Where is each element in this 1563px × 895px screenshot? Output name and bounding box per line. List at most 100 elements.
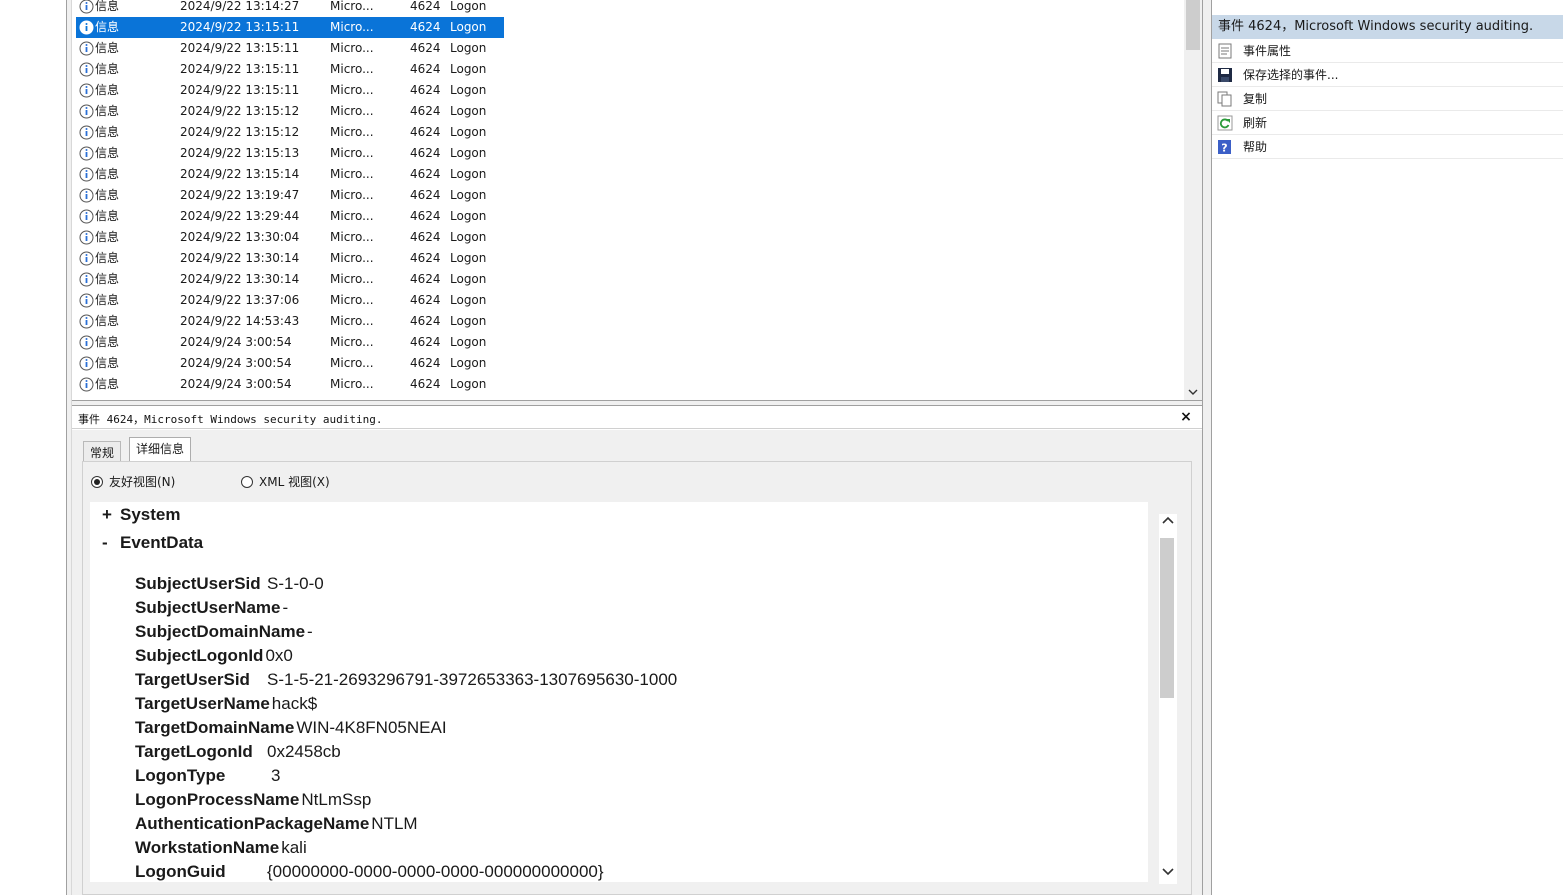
event-task-cell: Logon: [450, 251, 487, 265]
actions-section-header[interactable]: 事件 4624，Microsoft Windows security audit…: [1212, 15, 1563, 39]
event-date-cell: 2024/9/22 13:15:11: [180, 83, 300, 97]
event-id-cell: 4624: [410, 20, 441, 34]
event-data-scrollbar[interactable]: [1159, 514, 1177, 884]
tab-general[interactable]: 常规: [83, 441, 122, 461]
field-name: TargetUserName: [135, 694, 270, 713]
event-id-cell: 4624: [410, 188, 441, 202]
event-source-cell: Micro...: [330, 293, 374, 307]
event-level-cell: 信息: [95, 293, 120, 307]
event-date-cell: 2024/9/22 13:30:14: [180, 272, 300, 286]
event-id-cell: 4624: [410, 41, 441, 55]
field-value: 3: [271, 766, 281, 785]
expand-toggle[interactable]: +: [102, 504, 120, 526]
event-row[interactable]: 信息 2024/9/22 14:53:43 Micro... 4624 Logon: [76, 311, 504, 332]
event-row[interactable]: 信息 2024/9/22 13:14:27 Micro... 4624 Logon: [76, 0, 504, 17]
event-row[interactable]: 信息 2024/9/22 13:15:11 Micro... 4624 Logon: [76, 38, 504, 59]
event-source-cell: Micro...: [330, 146, 374, 160]
event-row[interactable]: 信息 2024/9/24 3:00:54 Micro... 4624 Logon: [76, 374, 504, 395]
tab-details[interactable]: 详细信息: [129, 437, 192, 462]
field-name: TargetDomainName: [135, 718, 295, 737]
event-list-scrollbar[interactable]: [1184, 0, 1202, 400]
field-name: AuthenticationPackageName: [135, 814, 370, 833]
event-row[interactable]: 信息 2024/9/22 13:15:11 Micro... 4624 Logon: [76, 80, 504, 101]
event-row[interactable]: 信息 2024/9/22 13:15:12 Micro... 4624 Logon: [76, 101, 504, 122]
event-id-cell: 4624: [410, 83, 441, 97]
info-icon: [79, 0, 94, 14]
help-icon[interactable]: [1216, 0, 1556, 8]
close-button[interactable]: ×: [1178, 409, 1194, 425]
event-row[interactable]: 信息 2024/9/22 13:15:11 Micro... 4624 Logon: [76, 17, 504, 38]
action-item[interactable]: 保存选择的事件...: [1212, 63, 1563, 87]
event-row[interactable]: 信息 2024/9/22 13:29:44 Micro... 4624 Logon: [76, 206, 504, 227]
event-id-cell: 4624: [410, 146, 441, 160]
right-splitter[interactable]: [1202, 0, 1212, 895]
tree-node-system[interactable]: + System: [102, 504, 180, 526]
xml-view-radio[interactable]: XML 视图(X): [241, 474, 330, 490]
event-date-cell: 2024/9/22 13:19:47: [180, 188, 300, 202]
event-date-cell: 2024/9/22 13:30:04: [180, 230, 300, 244]
event-row[interactable]: 信息 2024/9/22 13:30:04 Micro... 4624 Logon: [76, 227, 504, 248]
event-date-cell: 2024/9/24 3:00:54: [180, 356, 292, 370]
event-source-cell: Micro...: [330, 62, 374, 76]
event-data-field: SubjectUserName -: [135, 597, 288, 619]
event-task-cell: Logon: [450, 125, 487, 139]
event-data-field: SubjectDomainName -: [135, 621, 313, 643]
event-row[interactable]: 信息 2024/9/24 3:00:54 Micro... 4624 Logon: [76, 353, 504, 374]
event-id-cell: 4624: [410, 167, 441, 181]
info-icon: [79, 377, 94, 392]
scrollbar-thumb[interactable]: [1186, 0, 1200, 50]
chevron-down-icon[interactable]: [1187, 386, 1199, 398]
event-source-cell: Micro...: [330, 125, 374, 139]
info-icon: [79, 314, 94, 329]
chevron-down-icon[interactable]: [1161, 864, 1175, 878]
event-id-cell: 4624: [410, 62, 441, 76]
event-row[interactable]: 信息 2024/9/22 13:37:06 Micro... 4624 Logon: [76, 290, 504, 311]
event-row[interactable]: 信息 2024/9/22 13:15:12 Micro... 4624 Logon: [76, 122, 504, 143]
scrollbar-thumb[interactable]: [1160, 538, 1174, 698]
info-icon: [79, 356, 94, 371]
properties-icon: [1218, 43, 1232, 59]
event-row[interactable]: 信息 2024/9/24 3:00:54 Micro... 4624 Logon: [76, 332, 504, 353]
friendly-view-radio[interactable]: 友好视图(N): [91, 474, 175, 490]
event-id-cell: 4624: [410, 125, 441, 139]
event-id-cell: 4624: [410, 230, 441, 244]
collapse-toggle[interactable]: -: [102, 532, 120, 554]
event-source-cell: Micro...: [330, 272, 374, 286]
event-task-cell: Logon: [450, 20, 487, 34]
detail-panel: 常规 详细信息 友好视图(N) XML 视图(X) + System - Event…: [72, 430, 1202, 895]
event-level-cell: 信息: [95, 314, 120, 328]
event-date-cell: 2024/9/22 13:29:44: [180, 209, 300, 223]
action-item[interactable]: 事件属性: [1212, 39, 1563, 63]
event-source-cell: Micro...: [330, 188, 374, 202]
event-task-cell: Logon: [450, 377, 487, 391]
action-item[interactable]: 刷新: [1212, 111, 1563, 135]
event-level-cell: 信息: [95, 377, 120, 391]
event-row[interactable]: 信息 2024/9/22 13:15:14 Micro... 4624 Logon: [76, 164, 504, 185]
field-name: SubjectUserName: [135, 598, 281, 617]
action-label: 事件属性: [1243, 44, 1292, 58]
action-item[interactable]: ? 帮助: [1212, 135, 1563, 159]
event-data-field: SubjectLogonId 0x0: [135, 645, 293, 667]
event-level-cell: 信息: [95, 104, 120, 118]
event-date-cell: 2024/9/22 13:15:12: [180, 104, 300, 118]
chevron-up-icon[interactable]: [1161, 514, 1175, 528]
event-level-cell: 信息: [95, 146, 120, 160]
event-row[interactable]: 信息 2024/9/22 13:15:13 Micro... 4624 Logon: [76, 143, 504, 164]
event-row[interactable]: 信息 2024/9/22 13:19:47 Micro... 4624 Logon: [76, 185, 504, 206]
horizontal-splitter[interactable]: [72, 400, 1202, 406]
tree-node-eventdata[interactable]: - EventData: [102, 532, 203, 554]
xml-view-label: XML 视图(X): [259, 475, 330, 489]
event-data-field: LogonProcessName NtLmSsp: [135, 789, 371, 811]
action-label: 保存选择的事件...: [1243, 68, 1339, 82]
action-item[interactable]: 复制: [1212, 87, 1563, 111]
event-date-cell: 2024/9/22 13:15:11: [180, 62, 300, 76]
event-id-cell: 4624: [410, 356, 441, 370]
event-source-cell: Micro...: [330, 377, 374, 391]
event-row[interactable]: 信息 2024/9/22 13:30:14 Micro... 4624 Logon: [76, 248, 504, 269]
event-row[interactable]: 信息 2024/9/22 13:30:14 Micro... 4624 Logon: [76, 269, 504, 290]
field-name: SubjectLogonId: [135, 646, 264, 665]
event-list: 信息 2024/9/22 13:14:27 Micro... 4624 Logon 信息 2…: [72, 0, 1184, 400]
field-value: S-1-5-21-2693296791-3972653363-130769563…: [267, 670, 678, 689]
event-date-cell: 2024/9/22 13:15:11: [180, 41, 300, 55]
event-row[interactable]: 信息 2024/9/22 13:15:11 Micro... 4624 Logon: [76, 59, 504, 80]
